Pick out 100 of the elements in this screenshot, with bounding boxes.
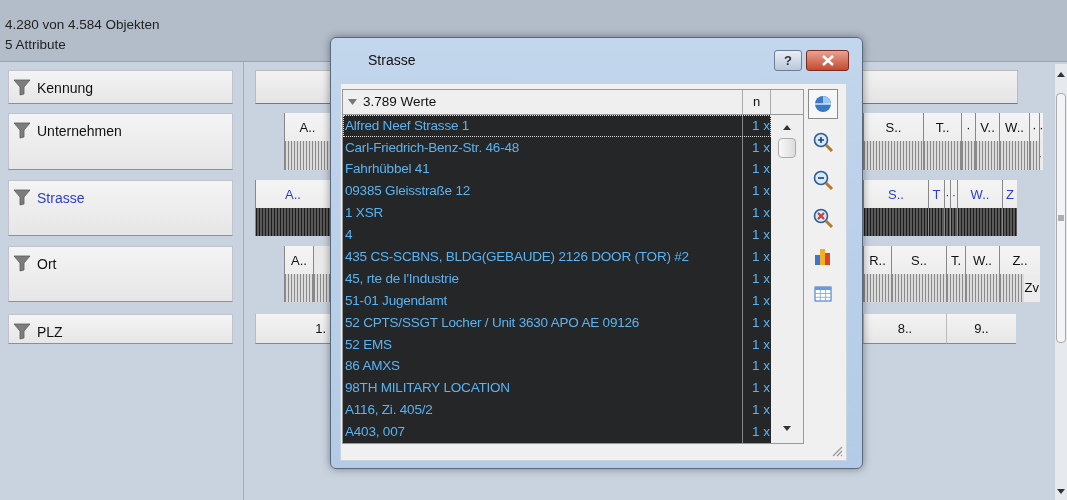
column-header-label: 3.789 Werte <box>363 92 437 111</box>
help-button[interactable]: ? <box>774 49 802 71</box>
scrollbar[interactable] <box>1055 64 1067 500</box>
count-text: 1 x <box>751 116 771 135</box>
filter-icon <box>13 188 31 206</box>
histogram-bin[interactable]: W.. <box>957 180 1002 236</box>
histogram-bin[interactable]: T. <box>946 246 965 302</box>
count-text: 1 x <box>751 269 771 288</box>
count-text: 1 x <box>751 138 771 157</box>
value-text: 86 AMXS <box>343 355 743 378</box>
count-text: 1 x <box>751 379 771 398</box>
value-row[interactable]: 52 EMS 1 x <box>343 333 771 356</box>
attribute-count: 5 Attribute <box>5 36 66 54</box>
table-icon <box>812 283 834 305</box>
count-text: 1 x <box>751 357 771 376</box>
column-header[interactable]: 3.789 Werte <box>343 90 743 114</box>
filter-icon <box>13 322 31 340</box>
histogram-bin[interactable] <box>313 246 330 302</box>
histogram-bin[interactable]: T <box>928 180 944 236</box>
count-text: 1 x <box>751 313 771 332</box>
value-text: Alfred Neef Strasse 1 <box>343 114 743 137</box>
filter-icon <box>13 254 31 272</box>
attribute-button[interactable]: Unternehmen <box>8 113 233 170</box>
value-row[interactable]: 09385 Gleisstraße 12 1 x <box>343 180 771 203</box>
pie-chart-icon <box>812 93 834 115</box>
close-icon <box>821 54 834 66</box>
scroll-thumb[interactable] <box>1056 93 1066 343</box>
count-text: 1 x <box>751 423 771 442</box>
value-row[interactable]: 435 CS-SCBNS, BLDG(GEBAUDE) 2126 DOOR (TOR) #2 1 x <box>343 246 771 268</box>
value-text: Carl-Friedrich-Benz-Str. 46-48 <box>343 136 743 159</box>
value-text: 435 CS-SCBNS, BLDG(GEBAUDE) 2126 DOOR (TOR) #2 <box>343 246 743 268</box>
range-button[interactable]: 9.. <box>946 314 1016 344</box>
attribute-button[interactable]: PLZ <box>8 314 233 344</box>
value-row[interactable]: Fahrhübbel 41 1 x <box>343 158 771 181</box>
value-row[interactable]: 4 1 x <box>343 224 771 246</box>
scroll-down-icon[interactable] <box>783 426 791 431</box>
value-text: 52 CPTS/SSGT Locher / Unit 3630 APO AE 09126 <box>343 311 743 334</box>
value-text: 45, rte de l'Industrie <box>343 267 743 290</box>
value-row[interactable]: 98TH MILITARY LOCATION 1 x <box>343 377 771 400</box>
value-row[interactable]: A116, Zi. 405/2 1 x <box>343 399 771 422</box>
resize-grip-icon[interactable] <box>831 445 843 457</box>
value-text: 98TH MILITARY LOCATION <box>343 377 743 400</box>
object-count: 4.280 von 4.584 Objekten <box>5 16 160 34</box>
attribute-button[interactable]: Kennung <box>8 70 233 104</box>
histogram-bin[interactable]: W.. <box>965 246 999 302</box>
histogram-bin[interactable]: W.. <box>999 113 1029 170</box>
histogram-bin[interactable]: R.. <box>863 246 891 302</box>
attribute-button[interactable]: Strasse <box>8 180 233 236</box>
value-text: A403, 007 <box>343 421 743 443</box>
scroll-up-icon[interactable] <box>783 124 791 130</box>
value-text: 09385 Gleisstraße 12 <box>343 180 743 203</box>
scroll-down-icon[interactable] <box>1057 489 1065 494</box>
histogram-bin[interactable]: A.. <box>255 180 330 236</box>
value-row[interactable]: 52 CPTS/SSGT Locher / Unit 3630 APO AE 09126 1 x <box>343 311 771 334</box>
scroll-up-icon[interactable] <box>1057 72 1065 77</box>
value-row[interactable]: Carl-Friedrich-Benz-Str. 46-48 1 x <box>343 136 771 159</box>
value-row[interactable]: Alfred Neef Strasse 1 1 x <box>343 114 771 137</box>
sort-caret-icon <box>348 98 357 105</box>
histogram-bin[interactable]: V.. <box>975 113 999 170</box>
value-row[interactable]: 45, rte de l'Industrie 1 x <box>343 267 771 290</box>
value-row[interactable]: 51-01 Jugendamt 1 x <box>343 289 771 312</box>
zoom-out-icon <box>812 169 834 191</box>
close-button[interactable] <box>806 49 849 71</box>
value-text: 1 XSR <box>343 202 743 225</box>
histogram-bin[interactable]: T.. <box>923 113 961 170</box>
value-text: 51-01 Jugendamt <box>343 289 743 312</box>
value-row[interactable]: A403, 007 1 x <box>343 421 771 443</box>
filter-icon <box>13 121 31 139</box>
range-button[interactable]: 1. <box>255 314 330 344</box>
histogram-bin[interactable]: S.. <box>863 113 923 170</box>
value-row[interactable]: 1 XSR 1 x <box>343 202 771 225</box>
histogram-bin[interactable]: · · <box>1039 113 1043 170</box>
dialog-title: Strasse <box>368 50 416 70</box>
value-text: A116, Zi. 405/2 <box>343 399 743 422</box>
histogram-bin[interactable]: Z.. Zv <box>999 246 1040 302</box>
value-text: 52 EMS <box>343 333 743 356</box>
histogram-bin[interactable]: A.. <box>284 246 313 302</box>
count-text: 1 x <box>751 182 771 201</box>
range-button[interactable]: 8.. <box>863 314 946 344</box>
list-scrollbar[interactable] <box>771 114 803 443</box>
histogram-bin[interactable]: S.. <box>891 246 946 302</box>
count-text: 1 x <box>751 160 771 179</box>
histogram-bin[interactable]: · <box>961 113 975 170</box>
histogram-bin[interactable]: S.. <box>863 180 928 236</box>
attribute-button[interactable]: Ort <box>8 246 233 302</box>
scroll-thumb[interactable] <box>778 137 796 158</box>
value-row[interactable]: 86 AMXS 1 x <box>343 355 771 378</box>
grip-icon <box>1058 215 1064 221</box>
histogram-bin[interactable]: Z <box>1002 180 1017 236</box>
zoom-reset-icon <box>812 207 834 229</box>
value-text: Fahrhübbel 41 <box>343 158 743 181</box>
count-text: 1 x <box>751 401 771 420</box>
count-text: 1 x <box>751 204 771 223</box>
histogram-bin[interactable]: · <box>1029 113 1039 170</box>
histogram-bin[interactable]: A.. <box>284 113 330 170</box>
zoom-in-icon <box>812 131 834 153</box>
filter-icon <box>13 78 31 96</box>
count-text: 1 x <box>751 248 771 266</box>
count-text: 1 x <box>751 291 771 310</box>
tool-button[interactable] <box>808 89 838 119</box>
